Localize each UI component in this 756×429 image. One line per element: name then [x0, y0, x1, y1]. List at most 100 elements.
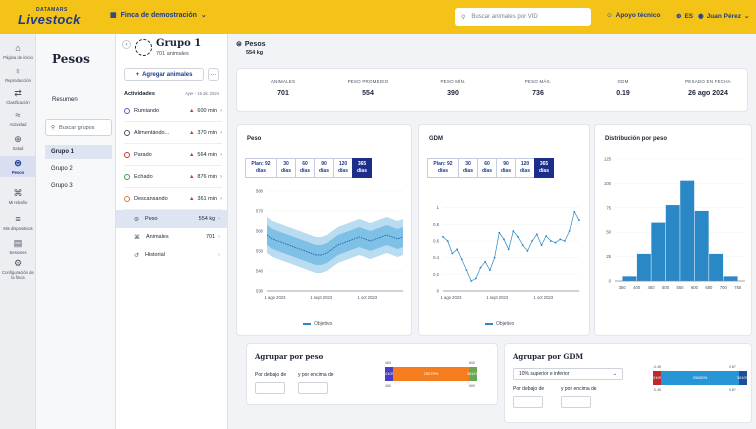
- devices-icon: ≡: [15, 214, 21, 224]
- group-by-gdm-title: Agrupar por GDM: [513, 352, 584, 361]
- summary-link[interactable]: Resumen: [52, 97, 78, 103]
- group-search-input[interactable]: ⚲ Buscar grupos: [45, 119, 112, 136]
- stat-item: PESO MÍN. 390: [411, 79, 495, 97]
- collapse-button[interactable]: ‹: [122, 40, 131, 49]
- data-point: [507, 248, 510, 251]
- above-input[interactable]: [298, 382, 328, 394]
- y-tick-label: 0.2: [433, 272, 439, 277]
- stat-label: PESO MÁX.: [524, 79, 552, 84]
- threshold-label: 600: [469, 384, 475, 388]
- range-option[interactable]: 60 días: [295, 158, 315, 178]
- scale-icon: ⊜: [236, 41, 242, 48]
- chevron-right-icon: ›: [218, 252, 220, 258]
- user-menu[interactable]: ◉ Juan Pérez ⌄: [698, 12, 749, 21]
- chevron-down-icon: ⌄: [612, 371, 617, 377]
- range-option[interactable]: Plan: 92 días: [427, 158, 459, 178]
- range-option[interactable]: 365 días: [534, 158, 554, 178]
- nav-item[interactable]: ♀ Reproducción: [0, 64, 36, 85]
- group-item[interactable]: Grupo 3: [45, 179, 112, 193]
- menu-label: Historial: [145, 252, 165, 258]
- status-dot: [124, 129, 130, 136]
- activity-row[interactable]: Echado ▲ 876 min ›: [124, 166, 222, 188]
- below-label: Por debajo de: [513, 386, 545, 392]
- language-button[interactable]: ⊕ ES: [676, 12, 693, 21]
- nav-item[interactable]: ⚙ Configuración de la finca: [0, 256, 36, 282]
- group-item[interactable]: Grupo 1: [45, 145, 112, 159]
- series-line: [442, 210, 580, 282]
- range-option[interactable]: Plan: 92 días: [245, 158, 277, 178]
- y-tick-label: 50: [606, 230, 611, 235]
- activity-value: 361 min: [197, 195, 217, 202]
- group-by-gdm-card: Agrupar por GDM 10% superior e inferior …: [504, 343, 752, 423]
- range-option[interactable]: 120 días: [515, 158, 535, 178]
- nav-item[interactable]: ▤ Sesiones: [0, 236, 36, 257]
- nav-item[interactable]: ⊜ Pesos: [0, 156, 36, 177]
- threshold-label: 0.87: [729, 365, 736, 369]
- activity-row[interactable]: Parado ▲ 564 min ›: [124, 144, 222, 166]
- nav-item[interactable]: ⌘ Mi rebaño: [0, 186, 36, 207]
- y-tick-label: 560: [256, 229, 264, 234]
- animal-search-input[interactable]: ⚲ Buscar animales por VID: [455, 8, 591, 26]
- middle-segment: 290 82%: [661, 371, 739, 385]
- range-option[interactable]: 90 días: [314, 158, 334, 178]
- y-tick-label: 0.4: [433, 255, 439, 260]
- activity-row[interactable]: Descansando ▲ 361 min ›: [124, 188, 222, 210]
- support-button[interactable]: ☺ Apoyo técnico: [606, 12, 660, 19]
- threshold-label: -0.45: [653, 365, 661, 369]
- above-label: y por encima de: [561, 386, 597, 392]
- support-label: Apoyo técnico: [615, 12, 661, 19]
- data-point: [460, 258, 463, 261]
- above-label: y por encima de: [298, 372, 334, 378]
- support-icon: ☺: [606, 12, 613, 19]
- gdm-select[interactable]: 10% superior e inferior ⌄: [513, 368, 623, 380]
- farm-selector[interactable]: ▦ Finca de demostración ⌄: [110, 11, 207, 20]
- nav-item[interactable]: ≈ Actividad: [0, 108, 36, 129]
- gdm-chart-card: GDM Plan: 92 días 30 días 60 días 90 días 120 día…: [418, 124, 590, 336]
- range-option[interactable]: 120 días: [333, 158, 353, 178]
- range-option[interactable]: 365 días: [352, 158, 372, 178]
- middle-segment: 250 79%: [393, 367, 469, 381]
- menu-label: Animales: [146, 234, 169, 240]
- alert-icon: ▲: [188, 129, 195, 136]
- nav-item[interactable]: ⇄ Clasificación: [0, 86, 36, 107]
- logo[interactable]: DATAMARS Livestock: [16, 5, 100, 29]
- stat-label: PESADO EN FECHA: [685, 79, 731, 84]
- threshold-label: 460: [385, 384, 391, 388]
- y-tick-label: 0: [437, 289, 440, 294]
- histogram-bar: [636, 253, 652, 282]
- activity-value: 370 min: [197, 129, 217, 136]
- group-menu-item[interactable]: ⊜ Peso 554 kg ›: [116, 210, 228, 228]
- below-input[interactable]: [513, 396, 543, 408]
- main-title-text: Pesos: [244, 40, 266, 48]
- chart-legend: Objetivo: [485, 321, 514, 327]
- data-point: [442, 235, 444, 238]
- group-menu-item[interactable]: ⌘ Animales 701 ›: [116, 228, 228, 246]
- range-option[interactable]: 30 días: [458, 158, 478, 178]
- range-option[interactable]: 30 días: [276, 158, 296, 178]
- stat-value: 0.19: [616, 90, 630, 97]
- above-input[interactable]: [561, 396, 591, 408]
- group-item[interactable]: Grupo 2: [45, 162, 112, 176]
- range-option[interactable]: 60 días: [477, 158, 497, 178]
- menu-value: 701: [205, 234, 216, 240]
- chevron-left-icon: ‹: [125, 41, 128, 48]
- threshold-label: 600: [469, 361, 475, 365]
- more-button[interactable]: ···: [208, 68, 219, 81]
- group-menu-item[interactable]: ↺ Historial ›: [116, 246, 228, 264]
- data-point: [521, 244, 524, 247]
- stat-value: 554: [362, 90, 374, 97]
- below-input[interactable]: [255, 382, 285, 394]
- nav-item[interactable]: ⊕ Salud: [0, 132, 36, 153]
- nav-item[interactable]: ≡ Mis dispositivos: [0, 212, 36, 233]
- range-option[interactable]: 90 días: [496, 158, 516, 178]
- search-icon: ⚲: [51, 124, 56, 131]
- activity-row[interactable]: Rumiando ▲ 600 min ›: [124, 100, 222, 122]
- activities-date: Ayer - 15 dic 2024: [185, 91, 219, 96]
- legend-line: [485, 323, 493, 325]
- data-point: [503, 238, 505, 241]
- activity-row[interactable]: Alimentándo... ▲ 370 min ›: [124, 122, 222, 144]
- add-animals-button[interactable]: + Agregar animales: [124, 68, 204, 81]
- nav-label: Clasificación: [6, 100, 30, 105]
- nav-item[interactable]: ⌂ Página de inicio: [0, 41, 36, 62]
- activity-value: 600 min: [197, 107, 217, 114]
